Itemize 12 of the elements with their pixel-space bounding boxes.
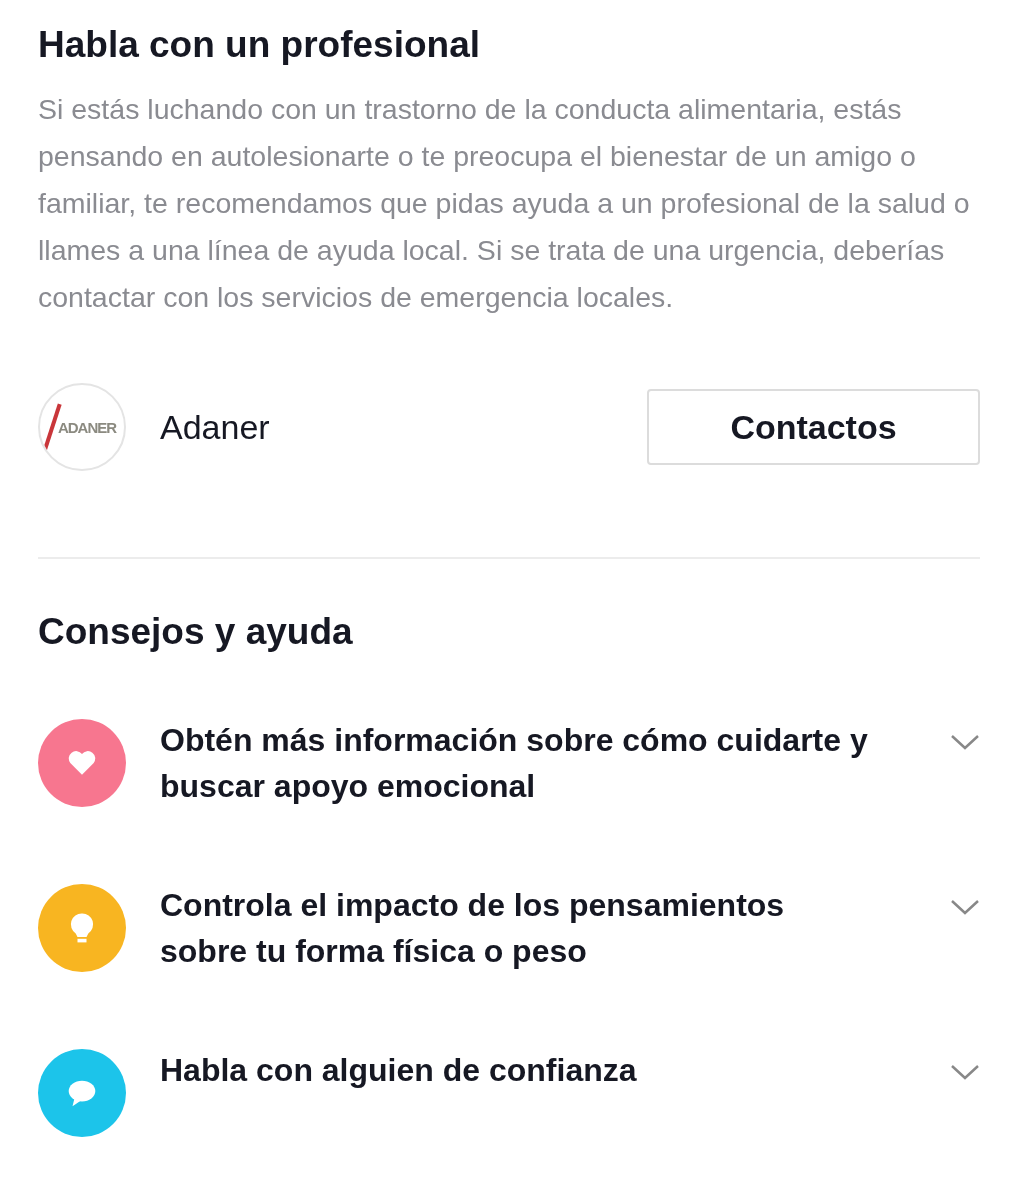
tip-item[interactable]: Controla el impacto de los pensamientos sobre tu forma física o peso: [38, 884, 980, 976]
section-title: Consejos y ayuda: [38, 610, 354, 654]
tip-label: Habla con alguien de confianza: [160, 1051, 638, 1090]
tip-item[interactable]: Habla con alguien de confianza: [38, 1049, 980, 1141]
tip-label: Obtén más información sobre cómo cuidarte y buscar apoyo emocional: [160, 721, 869, 806]
tip-item[interactable]: Obtén más información sobre cómo cuidarte y buscar apoyo emocional: [38, 719, 980, 811]
description-paragraph: Si estás luchando con un trastorno de la conducta alimentaria, estás pensando en autolesionarte o te preocupa el bienestar de un amigo o familiar, te recomendamos que pidas ayuda a un profesional de la salud o llames a una línea de ayuda local. Si se trata de una urgencia, deberías contactar con los servicios de emergencia locales.: [38, 92, 971, 315]
section-title: Habla con un profesional: [38, 23, 481, 67]
organization-name: Adaner: [160, 407, 271, 447]
organization-logo: ADANER: [38, 383, 126, 471]
contacts-button[interactable]: Contactos: [647, 389, 980, 465]
tip-label: Controla el impacto de los pensamientos sobre tu forma física o peso: [160, 886, 786, 971]
